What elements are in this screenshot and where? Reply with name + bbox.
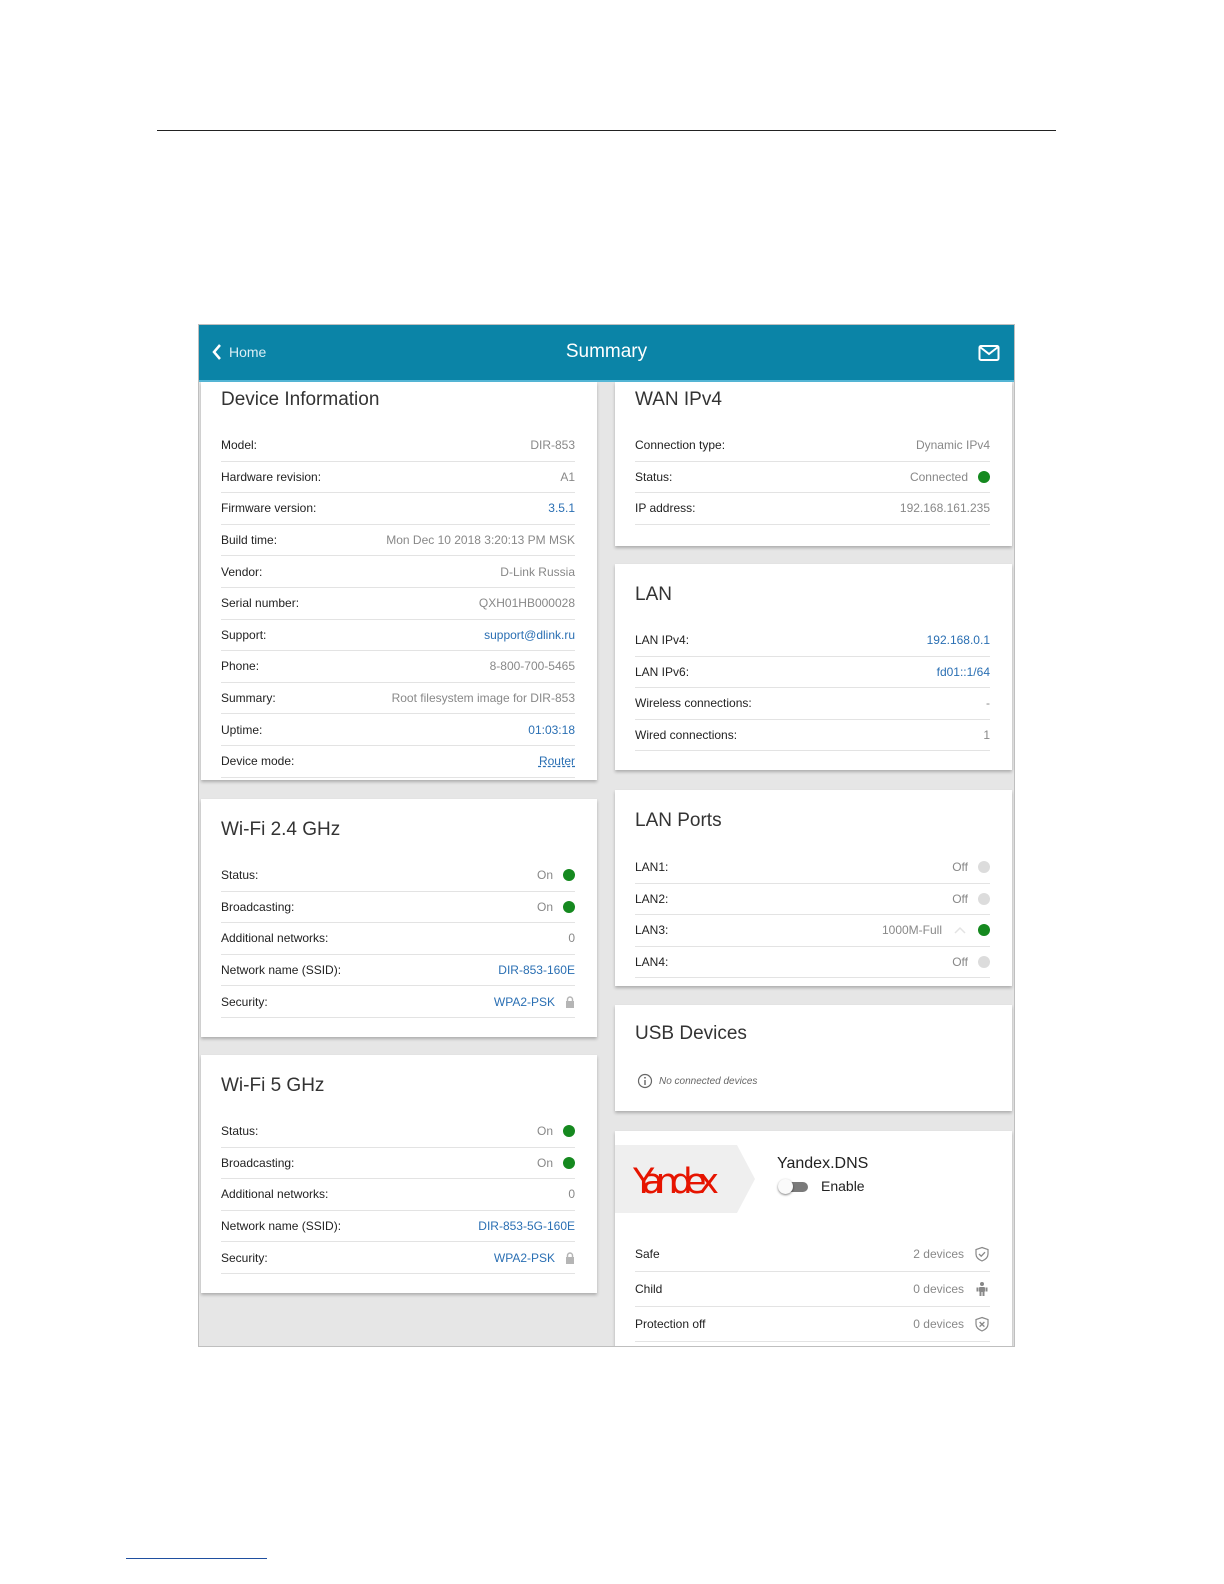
- lan-port-1: LAN1: Off: [635, 852, 990, 884]
- connected-indicator: [978, 470, 990, 483]
- info-row-firmware: Firmware version: 3.5.1: [221, 493, 575, 525]
- port-on-indicator: [978, 924, 990, 937]
- lan-port-3: LAN3: 1000M-Full: [635, 915, 990, 947]
- port-off-indicator: [978, 861, 990, 874]
- router-summary-screen: Home Summary Device Information Model: DI…: [198, 324, 1015, 1347]
- svg-text:Yandex: Yandex: [632, 1162, 719, 1202]
- info-icon: [637, 1073, 653, 1089]
- wifi5-ssid-link[interactable]: DIR-853-5G-160E: [478, 1219, 575, 1233]
- wifi5-row-broadcasting: Broadcasting: On: [221, 1148, 575, 1180]
- yandex-dns-enable-label: Enable: [821, 1178, 865, 1194]
- toggle-knob: [778, 1179, 793, 1194]
- info-row-support: Support: support@dlink.ru: [221, 620, 575, 652]
- lan-row-ipv4: LAN IPv4: 192.168.0.1: [635, 625, 990, 657]
- status-on-indicator: [563, 900, 575, 913]
- wifi24-row-status: Status: On: [221, 860, 575, 892]
- mail-icon[interactable]: [978, 344, 1000, 362]
- wifi24-security-link[interactable]: WPA2-PSK: [494, 995, 555, 1009]
- wan-ipv4-title: WAN IPv4: [635, 389, 722, 410]
- lan-ports-title: LAN Ports: [635, 810, 722, 831]
- wifi5-row-security: Security: WPA2-PSK: [221, 1242, 575, 1274]
- info-row-uptime: Uptime: 01:03:18: [221, 714, 575, 746]
- lan-row-ipv6: LAN IPv6: fd01::1/64: [635, 657, 990, 689]
- wan-row-status: Status: Connected: [635, 462, 990, 494]
- info-row-vendor: Vendor: D-Link Russia: [221, 556, 575, 588]
- child-icon: [976, 1282, 988, 1296]
- yandex-row-safe[interactable]: Safe 2 devices: [635, 1237, 990, 1272]
- header-bar: Home Summary: [199, 325, 1014, 382]
- info-row-phone: Phone: 8-800-700-5465: [221, 651, 575, 683]
- wifi24-row-additional: Additional networks: 0: [221, 923, 575, 955]
- wifi24-row-broadcasting: Broadcasting: On: [221, 892, 575, 924]
- support-email-link[interactable]: support@dlink.ru: [484, 628, 575, 642]
- status-on-indicator: [563, 1156, 575, 1169]
- usb-devices-card: USB Devices No connected devices: [615, 1005, 1012, 1111]
- shield-check-icon: [975, 1246, 989, 1262]
- info-row-serial: Serial number: QXH01HB000028: [221, 588, 575, 620]
- info-row-build-time: Build time: Mon Dec 10 2018 3:20:13 PM MS…: [221, 525, 575, 557]
- wifi-24-card: Wi-Fi 2.4 GHz Status: On Broadcasting: On …: [201, 799, 597, 1037]
- wifi24-row-security: Security: WPA2-PSK: [221, 986, 575, 1018]
- lan-row-wireless: Wireless connections: -: [635, 688, 990, 720]
- lock-icon: [566, 1251, 574, 1264]
- wifi-24-title: Wi-Fi 2.4 GHz: [221, 819, 341, 840]
- device-information-title: Device Information: [221, 389, 380, 410]
- info-row-model: Model: DIR-853: [221, 430, 575, 462]
- yandex-dns-title: Yandex.DNS: [777, 1155, 869, 1172]
- lan-port-4: LAN4: Off: [635, 947, 990, 979]
- usb-empty-note: No connected devices: [637, 1073, 757, 1089]
- yandex-dns-enable-toggle[interactable]: [778, 1179, 808, 1194]
- wan-ipv4-card: WAN IPv4 Connection type: Dynamic IPv4 St…: [615, 382, 1012, 546]
- lan-title: LAN: [635, 584, 672, 605]
- wifi24-ssid-link[interactable]: DIR-853-160E: [498, 963, 575, 977]
- lan-card: LAN LAN IPv4: 192.168.0.1 LAN IPv6: fd01::…: [615, 564, 1012, 770]
- wifi24-row-ssid: Network name (SSID): DIR-853-160E: [221, 955, 575, 987]
- lan-ipv4-link[interactable]: 192.168.0.1: [927, 633, 990, 647]
- yandex-row-protection-off[interactable]: Protection off 0 devices: [635, 1307, 990, 1342]
- usb-devices-title: USB Devices: [635, 1023, 747, 1044]
- shield-x-icon: [975, 1316, 989, 1332]
- lan-ipv6-link[interactable]: fd01::1/64: [937, 665, 990, 679]
- yandex-row-child[interactable]: Child 0 devices: [635, 1272, 990, 1307]
- wifi-5-card: Wi-Fi 5 GHz Status: On Broadcasting: On Ad…: [201, 1055, 597, 1293]
- wan-row-connection-type: Connection type: Dynamic IPv4: [635, 430, 990, 462]
- lock-icon: [566, 995, 574, 1008]
- info-row-hardware: Hardware revision: A1: [221, 462, 575, 494]
- yandex-dns-card: Yandex Yandex.DNS Enable Safe 2 devices C…: [615, 1131, 1012, 1346]
- device-mode-link[interactable]: Router: [539, 754, 575, 768]
- wan-row-ip: IP address: 192.168.161.235: [635, 493, 990, 525]
- footnote-rule: [126, 1558, 267, 1559]
- wifi5-row-status: Status: On: [221, 1116, 575, 1148]
- lan-row-wired: Wired connections: 1: [635, 720, 990, 752]
- wifi5-row-ssid: Network name (SSID): DIR-853-5G-160E: [221, 1211, 575, 1243]
- status-on-indicator: [563, 1125, 575, 1138]
- wifi5-security-link[interactable]: WPA2-PSK: [494, 1251, 555, 1265]
- port-off-indicator: [978, 956, 990, 969]
- port-off-indicator: [978, 892, 990, 905]
- page-top-rule: [157, 130, 1056, 131]
- info-row-summary: Summary: Root filesystem image for DIR-85…: [221, 683, 575, 715]
- lan-ports-card: LAN Ports LAN1: Off LAN2: Off LAN3: 1000M-F…: [615, 790, 1012, 986]
- yandex-logo: Yandex: [615, 1145, 755, 1213]
- lan-port-2: LAN2: Off: [635, 884, 990, 916]
- ethernet-link-icon: [954, 927, 966, 935]
- page-title: Summary: [565, 341, 648, 362]
- wifi5-row-additional: Additional networks: 0: [221, 1179, 575, 1211]
- device-information-card: Device Information Model: DIR-853 Hardwar…: [201, 382, 597, 780]
- info-row-device-mode: Device mode: Router: [221, 746, 575, 778]
- wifi-5-title: Wi-Fi 5 GHz: [221, 1075, 325, 1096]
- firmware-link[interactable]: 3.5.1: [548, 501, 575, 515]
- status-on-indicator: [563, 869, 575, 882]
